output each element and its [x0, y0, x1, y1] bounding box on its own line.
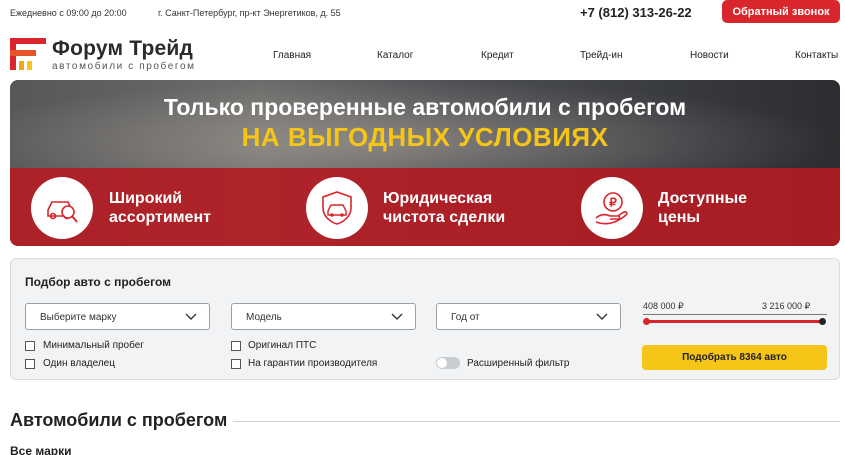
model-select[interactable]: Модель — [231, 303, 416, 330]
feature-price-badge: ₽ — [581, 177, 643, 239]
feature-price-line2: цены — [658, 209, 701, 226]
working-hours: Ежедневно с 09:00 до 20:00 — [10, 8, 127, 18]
chevron-down-icon — [596, 313, 608, 320]
toggle-knob — [437, 358, 447, 368]
min-mileage-checkbox[interactable] — [25, 341, 35, 351]
all-brands-heading: Все марки — [10, 444, 72, 455]
nav-credit[interactable]: Кредит — [481, 50, 514, 61]
price-range-min-handle[interactable] — [643, 318, 650, 325]
price-field-underline — [643, 314, 827, 315]
logo[interactable]: Форум Трейд автомобили с пробегом — [10, 37, 225, 74]
year-select[interactable]: Год от — [436, 303, 621, 330]
filter-title: Подбор авто с пробегом — [25, 275, 171, 289]
nav-trade-in[interactable]: Трейд-ин — [580, 50, 623, 61]
price-range-track[interactable] — [646, 320, 822, 323]
price-min-value: 408 000 ₽ — [643, 301, 684, 311]
feature-assortment-line2: ассортимент — [109, 209, 211, 226]
car-filter-panel: Подбор авто с пробегом Выберите марку Мо… — [10, 258, 840, 380]
callback-button[interactable]: Обратный звонок — [722, 0, 840, 23]
feature-assortment-line1: Широкий — [109, 190, 183, 207]
svg-text:₽: ₽ — [609, 196, 617, 210]
feature-legal-text: Юридическая чистота сделки — [383, 189, 505, 227]
model-select-value: Модель — [246, 312, 282, 323]
feature-legal-line1: Юридическая — [383, 190, 493, 207]
min-mileage-label: Минимальный пробег — [43, 340, 144, 351]
brand-select[interactable]: Выберите марку — [25, 303, 210, 330]
section-title: Автомобили с пробегом — [10, 410, 228, 430]
original-pts-label: Оригинал ПТС — [248, 340, 317, 351]
section-divider — [233, 421, 840, 422]
warranty-label: На гарантии производителя — [248, 358, 378, 369]
feature-legal-line2: чистота сделки — [383, 209, 506, 226]
hero-accent-headline: НА ВЫГОДНЫХ УСЛОВИЯХ — [241, 122, 609, 152]
feature-price-text: Доступные цены — [658, 189, 747, 227]
brand-select-value: Выберите марку — [40, 312, 117, 323]
one-owner-checkbox[interactable] — [25, 359, 35, 369]
extended-filter-label: Расширенный фильтр — [467, 358, 570, 369]
logo-mark-icon — [10, 38, 46, 70]
nav-home[interactable]: Главная — [273, 50, 311, 61]
feature-assortment-text: Широкий ассортимент — [109, 189, 211, 227]
address: г. Санкт-Петербург, пр-кт Энергетиков, д… — [158, 8, 341, 18]
logo-subtitle: автомобили с пробегом — [52, 61, 196, 72]
top-bar: Ежедневно с 09:00 до 20:00 г. Санкт-Пете… — [0, 0, 845, 26]
price-range-max-handle[interactable] — [819, 318, 826, 325]
chevron-down-icon — [391, 313, 403, 320]
year-select-value: Год от — [451, 312, 480, 323]
find-cars-button[interactable]: Подобрать 8364 авто — [642, 345, 827, 370]
phone-link[interactable]: +7 (812) 313-26-22 — [580, 5, 692, 20]
hero-headline: Только проверенные автомобили с пробегом — [163, 94, 687, 120]
one-owner-label: Один владелец — [43, 358, 115, 369]
logo-title: Форум Трейд — [52, 37, 194, 60]
extended-filter-toggle[interactable] — [436, 357, 460, 369]
nav-news[interactable]: Новости — [690, 50, 729, 61]
chevron-down-icon — [185, 313, 197, 320]
warranty-checkbox[interactable] — [231, 359, 241, 369]
price-max-value: 3 216 000 ₽ — [762, 301, 811, 311]
feature-price-line1: Доступные — [658, 190, 748, 207]
nav-catalog[interactable]: Каталог — [377, 50, 413, 61]
hero-banner: Только проверенные автомобили с пробегом… — [10, 80, 840, 246]
feature-assortment-badge — [31, 177, 93, 239]
car-search-icon — [47, 201, 78, 223]
feature-legal-badge — [306, 177, 368, 239]
car-shield-icon — [322, 191, 352, 225]
header: Форум Трейд автомобили с пробегом Главна… — [0, 30, 845, 78]
original-pts-checkbox[interactable] — [231, 341, 241, 351]
ruble-hand-icon: ₽ — [595, 192, 628, 225]
nav-contacts[interactable]: Контакты — [795, 50, 838, 61]
